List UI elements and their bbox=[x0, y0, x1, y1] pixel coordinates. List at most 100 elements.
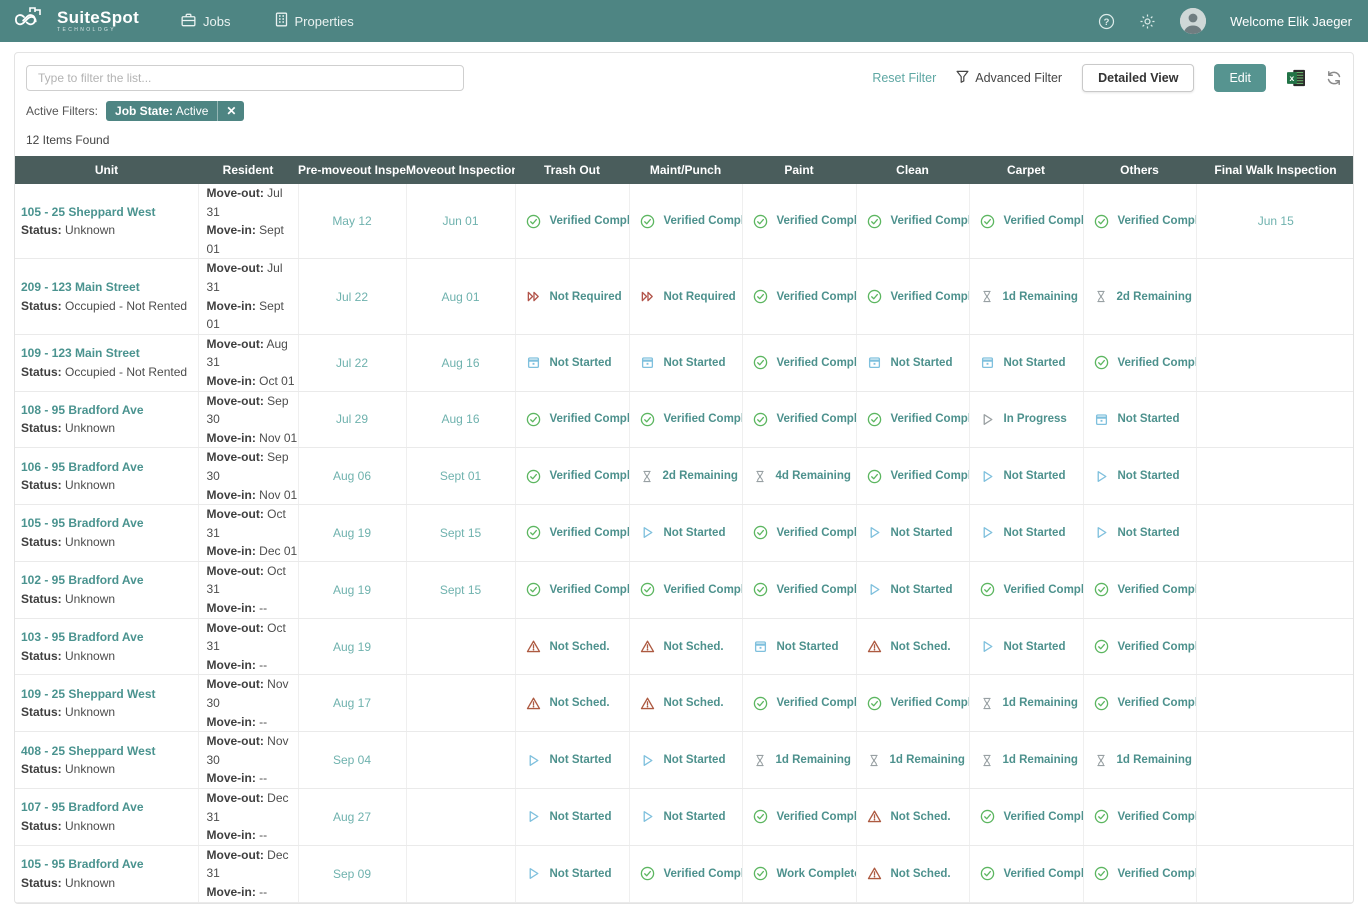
job-status-cell[interactable]: Verified Complete bbox=[970, 582, 1083, 597]
job-status-cell[interactable]: 1d Remaining bbox=[1084, 753, 1196, 768]
inspection-date-link[interactable]: Aug 27 bbox=[299, 810, 406, 824]
job-status-cell[interactable]: Not Started bbox=[857, 582, 969, 597]
job-status-cell[interactable]: Not Required bbox=[516, 289, 629, 304]
job-status-cell[interactable]: Not Sched. bbox=[857, 639, 969, 654]
job-status-cell[interactable]: Not Started bbox=[516, 809, 629, 824]
help-icon[interactable]: ? bbox=[1098, 13, 1115, 30]
column-header-pre-moveout-inspection[interactable]: Pre-moveout Inspection bbox=[298, 156, 406, 184]
job-status-cell[interactable]: Not Started bbox=[1084, 525, 1196, 540]
job-status-cell[interactable]: Not Started bbox=[630, 355, 742, 370]
settings-gear-icon[interactable] bbox=[1139, 13, 1156, 30]
job-status-cell[interactable]: Verified Complete bbox=[630, 582, 742, 597]
job-status-cell[interactable]: Not Started bbox=[970, 525, 1083, 540]
detailed-view-button[interactable]: Detailed View bbox=[1082, 64, 1194, 92]
suitespot-logo[interactable]: SuiteSpot TECHNOLOGY bbox=[14, 6, 139, 37]
column-header-clean[interactable]: Clean bbox=[856, 156, 969, 184]
unit-link[interactable]: 108 - 95 Bradford Ave bbox=[21, 401, 198, 420]
inspection-date-link[interactable]: Sept 01 bbox=[407, 469, 515, 483]
job-status-cell[interactable]: Verified Complete bbox=[970, 866, 1083, 881]
job-status-cell[interactable]: 1d Remaining bbox=[970, 696, 1083, 711]
unit-link[interactable]: 105 - 95 Bradford Ave bbox=[21, 514, 198, 533]
column-header-trash-out[interactable]: Trash Out bbox=[515, 156, 629, 184]
job-status-cell[interactable]: Verified Complete bbox=[857, 412, 969, 427]
column-header-others[interactable]: Others bbox=[1083, 156, 1196, 184]
inspection-date-link[interactable]: Aug 06 bbox=[299, 469, 406, 483]
inspection-date-link[interactable]: Jun 01 bbox=[407, 214, 515, 228]
job-status-cell[interactable]: Verified Complete bbox=[1084, 355, 1196, 370]
job-status-cell[interactable]: 1d Remaining bbox=[970, 289, 1083, 304]
job-status-cell[interactable]: Not Sched. bbox=[857, 809, 969, 824]
job-status-cell[interactable]: Not Sched. bbox=[516, 696, 629, 711]
column-header-paint[interactable]: Paint bbox=[742, 156, 856, 184]
nav-item-jobs[interactable]: Jobs bbox=[181, 12, 230, 30]
inspection-date-link[interactable]: Aug 17 bbox=[299, 696, 406, 710]
job-status-cell[interactable]: Not Sched. bbox=[630, 639, 742, 654]
job-status-cell[interactable]: Work Complete bbox=[743, 866, 856, 881]
column-header-maint-punch[interactable]: Maint/Punch bbox=[629, 156, 742, 184]
inspection-date-link[interactable]: Jun 15 bbox=[1197, 214, 1355, 228]
job-status-cell[interactable]: Verified Complete bbox=[743, 696, 856, 711]
advanced-filter-button[interactable]: Advanced Filter bbox=[956, 70, 1062, 86]
job-status-cell[interactable]: In Progress bbox=[970, 412, 1083, 427]
job-status-cell[interactable]: 2d Remaining bbox=[630, 469, 742, 484]
inspection-date-link[interactable]: May 12 bbox=[299, 214, 406, 228]
job-status-cell[interactable]: Verified Complete bbox=[630, 412, 742, 427]
unit-link[interactable]: 209 - 123 Main Street bbox=[21, 278, 198, 297]
filter-chip-close-icon[interactable]: ✕ bbox=[217, 101, 244, 121]
inspection-date-link[interactable]: Sept 15 bbox=[407, 583, 515, 597]
inspection-date-link[interactable]: Aug 16 bbox=[407, 412, 515, 426]
job-status-cell[interactable]: Not Started bbox=[1084, 412, 1196, 427]
unit-link[interactable]: 103 - 95 Bradford Ave bbox=[21, 628, 198, 647]
job-status-cell[interactable]: 1d Remaining bbox=[970, 753, 1083, 768]
inspection-date-link[interactable]: Aug 19 bbox=[299, 640, 406, 654]
job-status-cell[interactable]: Not Started bbox=[516, 355, 629, 370]
job-status-cell[interactable]: Not Started bbox=[630, 753, 742, 768]
job-status-cell[interactable]: Verified Complete bbox=[743, 809, 856, 824]
unit-link[interactable]: 109 - 123 Main Street bbox=[21, 344, 198, 363]
job-status-cell[interactable]: Verified Complete bbox=[516, 214, 629, 229]
column-header-carpet[interactable]: Carpet bbox=[969, 156, 1083, 184]
unit-link[interactable]: 109 - 25 Sheppard West bbox=[21, 685, 198, 704]
welcome-message[interactable]: Welcome Elik Jaeger bbox=[1230, 14, 1352, 29]
export-excel-icon[interactable]: x bbox=[1286, 69, 1306, 87]
job-status-cell[interactable]: Verified Complete bbox=[743, 355, 856, 370]
inspection-date-link[interactable]: Sept 15 bbox=[407, 526, 515, 540]
reset-filter-link[interactable]: Reset Filter bbox=[872, 71, 936, 85]
job-status-cell[interactable]: Verified Complete bbox=[970, 809, 1083, 824]
column-header-unit[interactable]: Unit bbox=[15, 156, 198, 184]
job-status-cell[interactable]: Verified Complete bbox=[743, 582, 856, 597]
unit-link[interactable]: 102 - 95 Bradford Ave bbox=[21, 571, 198, 590]
job-status-cell[interactable]: Not Sched. bbox=[516, 639, 629, 654]
job-status-cell[interactable]: Verified Complete bbox=[743, 214, 856, 229]
job-status-cell[interactable]: Verified Complete bbox=[857, 289, 969, 304]
job-status-cell[interactable]: Verified Complete bbox=[1084, 809, 1196, 824]
job-status-cell[interactable]: Not Started bbox=[1084, 469, 1196, 484]
inspection-date-link[interactable]: Sep 09 bbox=[299, 867, 406, 881]
job-status-cell[interactable]: Not Started bbox=[970, 355, 1083, 370]
job-status-cell[interactable]: Not Started bbox=[630, 809, 742, 824]
nav-item-properties[interactable]: Properties bbox=[275, 12, 354, 30]
job-status-cell[interactable]: Verified Complete bbox=[970, 214, 1083, 229]
column-header-resident[interactable]: Resident bbox=[198, 156, 298, 184]
job-status-cell[interactable]: Verified Complete bbox=[857, 696, 969, 711]
inspection-date-link[interactable]: Aug 16 bbox=[407, 356, 515, 370]
job-status-cell[interactable]: Verified Complete bbox=[743, 525, 856, 540]
job-status-cell[interactable]: Verified Complete bbox=[857, 469, 969, 484]
inspection-date-link[interactable]: Aug 19 bbox=[299, 526, 406, 540]
job-status-cell[interactable]: 1d Remaining bbox=[743, 753, 856, 768]
job-status-cell[interactable]: Verified Complete bbox=[630, 866, 742, 881]
job-status-cell[interactable]: Not Started bbox=[970, 639, 1083, 654]
job-status-cell[interactable]: Verified Complete bbox=[516, 469, 629, 484]
job-status-cell[interactable]: Verified Complete bbox=[743, 289, 856, 304]
inspection-date-link[interactable]: Jul 29 bbox=[299, 412, 406, 426]
column-header-final-walk-inspection[interactable]: Final Walk Inspection bbox=[1196, 156, 1354, 184]
job-status-cell[interactable]: Not Sched. bbox=[630, 696, 742, 711]
job-status-cell[interactable]: Verified Complete bbox=[516, 525, 629, 540]
job-status-cell[interactable]: Verified Complete bbox=[630, 214, 742, 229]
unit-link[interactable]: 105 - 95 Bradford Ave bbox=[21, 855, 198, 874]
job-status-cell[interactable]: 4d Remaining bbox=[743, 469, 856, 484]
job-status-cell[interactable]: Not Started bbox=[857, 525, 969, 540]
job-status-cell[interactable]: Verified Complete bbox=[516, 412, 629, 427]
job-status-cell[interactable]: Not Sched. bbox=[857, 866, 969, 881]
job-status-cell[interactable]: Verified Complete bbox=[1084, 696, 1196, 711]
